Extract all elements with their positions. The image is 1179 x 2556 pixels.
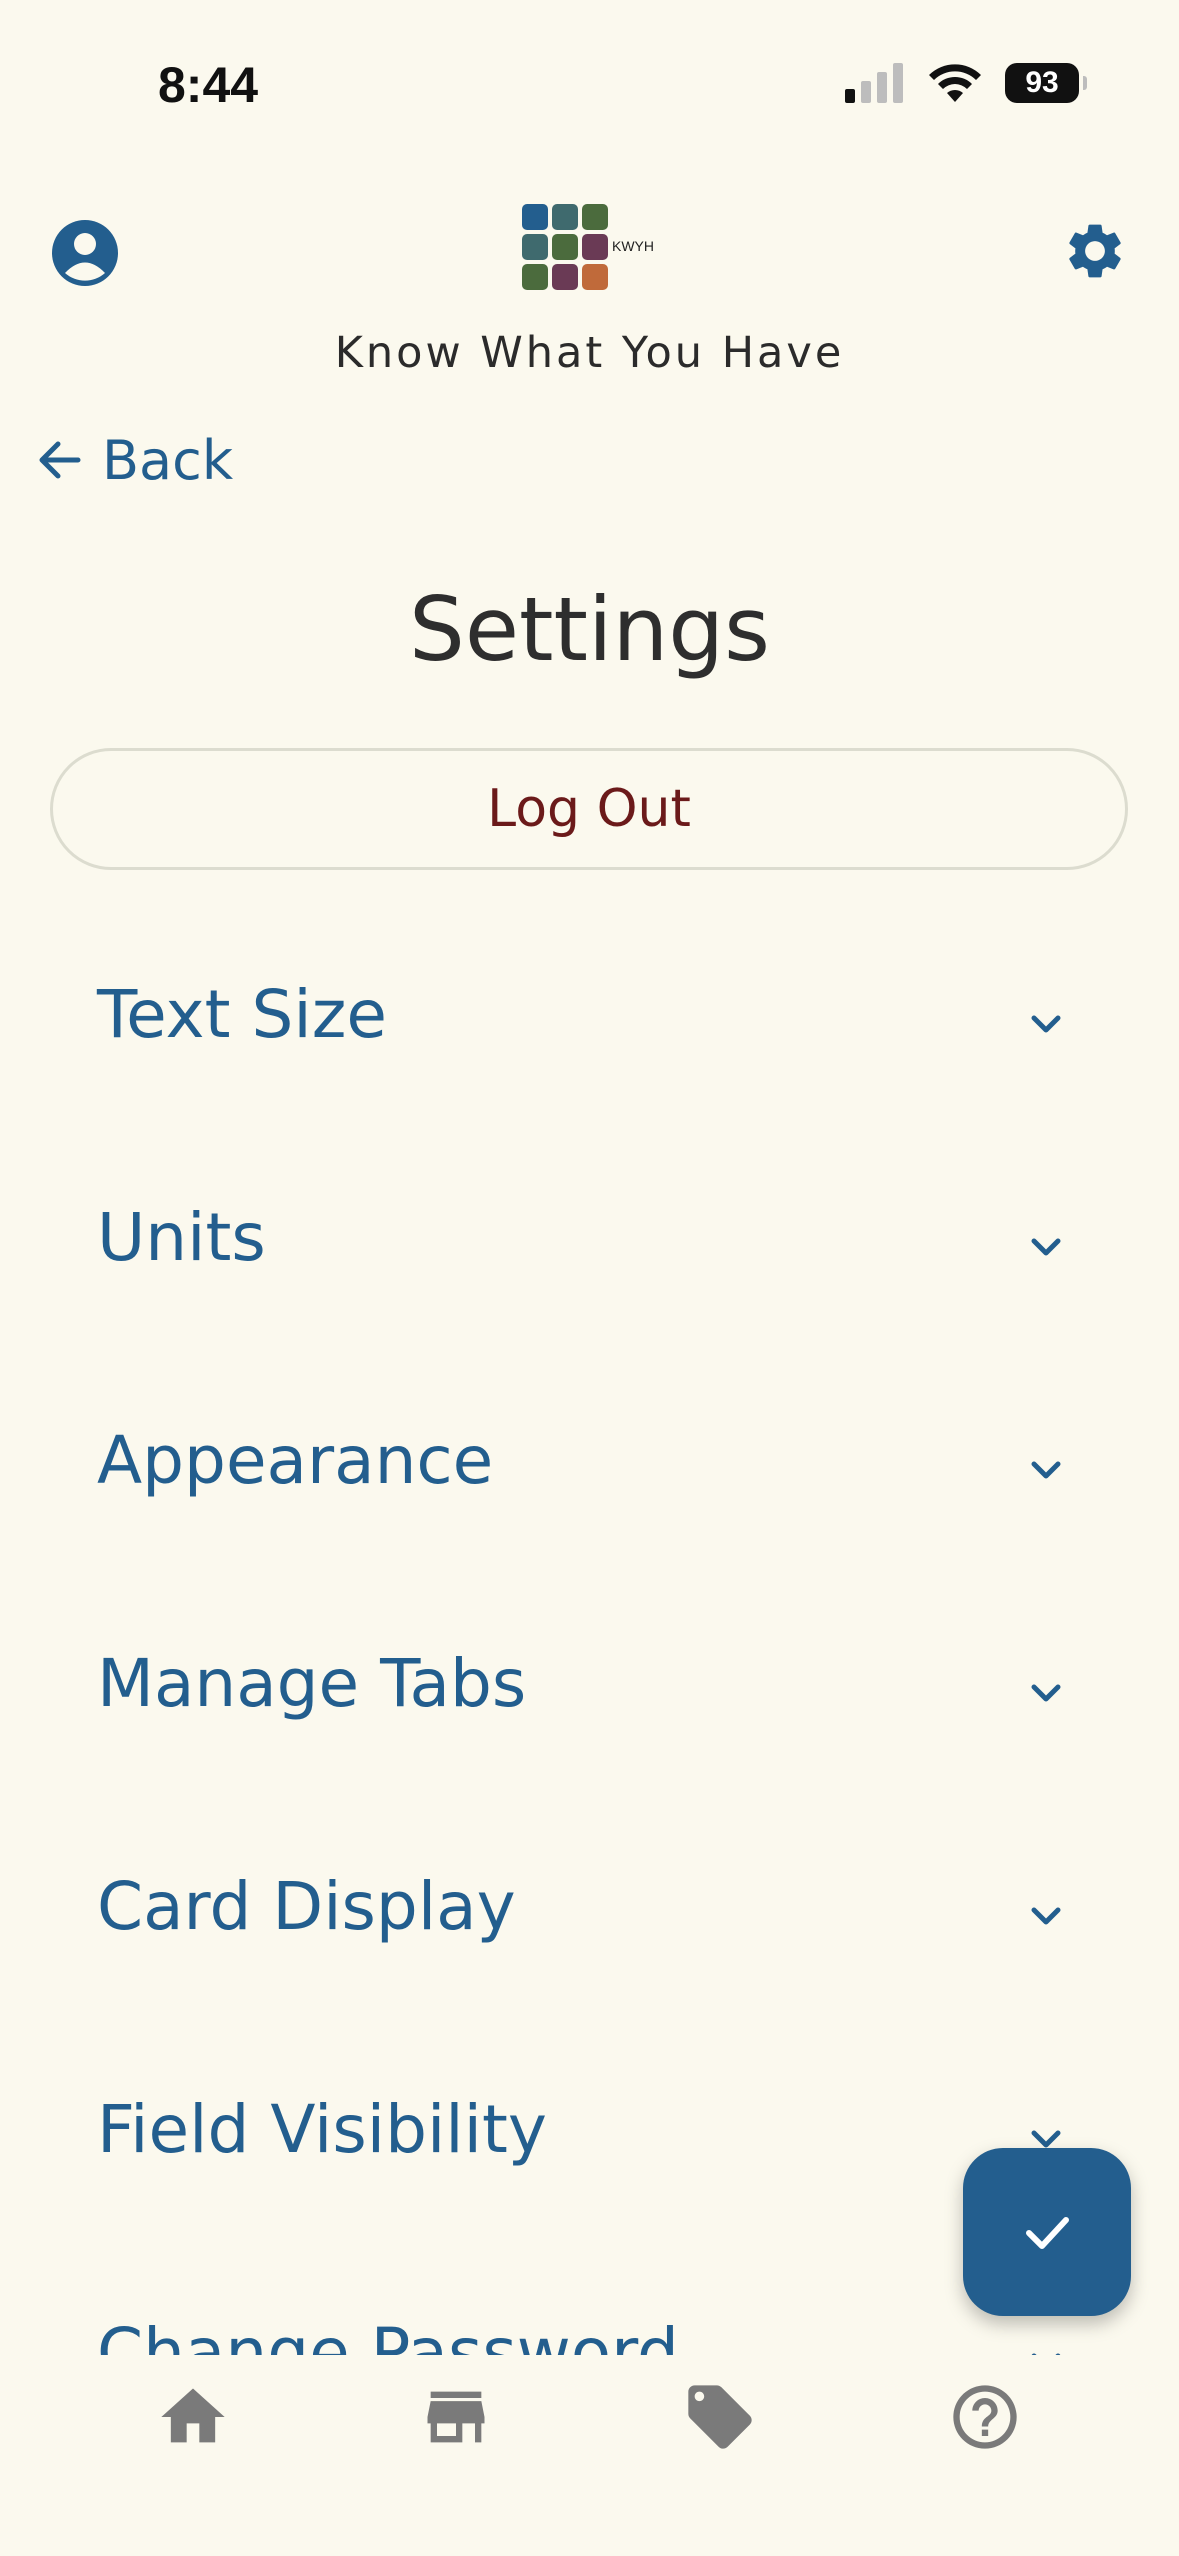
section-label: Change Password	[97, 2314, 679, 2355]
cellular-signal-icon	[845, 63, 903, 103]
section-label: Text Size	[97, 976, 387, 1053]
chevron-down-icon	[1031, 1238, 1061, 1256]
save-fab-button[interactable]	[963, 2148, 1131, 2316]
nav-tags[interactable]	[670, 2367, 770, 2467]
nav-store[interactable]	[406, 2367, 506, 2467]
check-icon	[1026, 2217, 1069, 2249]
store-icon	[427, 2391, 485, 2443]
section-label: Card Display	[97, 1868, 516, 1945]
chevron-down-icon	[1031, 1684, 1061, 1702]
section-manage-tabs[interactable]: Manage Tabs	[0, 1619, 1179, 1842]
section-label: Units	[97, 1199, 266, 1276]
chevron-down-icon	[1031, 2353, 1061, 2355]
chevron-down-icon	[1031, 1461, 1061, 1479]
logout-button[interactable]: Log Out	[50, 748, 1128, 870]
back-label: Back	[102, 428, 234, 492]
arrow-left-icon	[39, 441, 81, 479]
section-units[interactable]: Units	[0, 1173, 1179, 1396]
profile-icon[interactable]	[50, 218, 120, 288]
chevron-down-icon	[1031, 1907, 1061, 1925]
page-title: Settings	[409, 578, 770, 681]
section-card-display[interactable]: Card Display	[0, 1842, 1179, 2065]
nav-help[interactable]	[935, 2367, 1035, 2467]
status-icons: 93	[845, 62, 1087, 104]
section-label: Appearance	[97, 1422, 494, 1499]
back-button[interactable]: Back	[34, 428, 234, 492]
logo-text: KWYH	[612, 238, 654, 254]
help-icon	[953, 2385, 1017, 2449]
settings-sections: Text Size Units Appearance Manage Tabs C…	[0, 950, 1179, 2355]
section-appearance[interactable]: Appearance	[0, 1396, 1179, 1619]
section-label: Manage Tabs	[97, 1645, 527, 1722]
bottom-nav	[0, 2355, 1179, 2556]
home-icon	[161, 2388, 225, 2443]
status-bar: 8:44 93	[0, 0, 1179, 170]
chevron-down-icon	[1031, 1015, 1061, 1033]
nav-home[interactable]	[143, 2367, 243, 2467]
app-title: Know What You Have	[334, 328, 845, 378]
tag-icon	[688, 2385, 752, 2449]
wifi-icon	[929, 64, 981, 102]
status-time: 8:44	[158, 57, 259, 113]
battery-indicator: 93	[1005, 63, 1087, 103]
app-logo: KWYH	[520, 202, 660, 296]
battery-level: 93	[1025, 66, 1059, 99]
gear-icon[interactable]	[1062, 218, 1128, 284]
section-text-size[interactable]: Text Size	[0, 950, 1179, 1173]
section-label: Field Visibility	[97, 2091, 547, 2168]
